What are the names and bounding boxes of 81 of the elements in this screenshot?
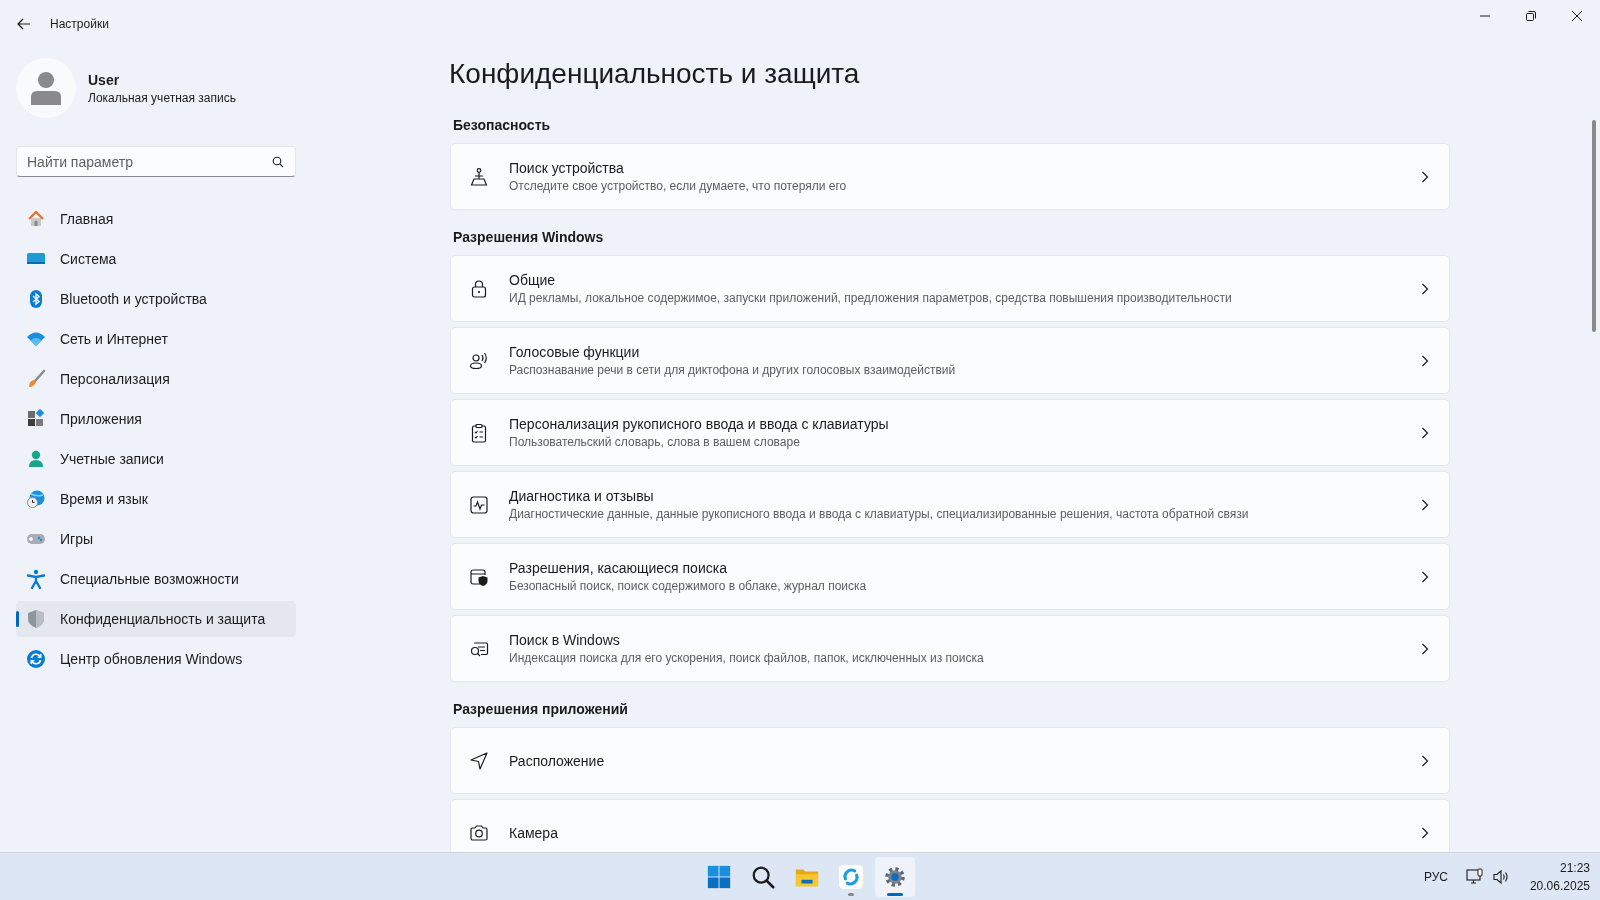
card-description: Отследите свое устройство, если думаете, что потеряли его: [509, 179, 848, 193]
back-arrow-icon: [16, 16, 32, 32]
card-title: Разрешения, касающиеся поиска: [509, 560, 728, 576]
brush-icon: [26, 369, 46, 389]
card-title: Диагностика и отзывы: [509, 488, 655, 504]
language-indicator[interactable]: РУС: [1423, 869, 1448, 884]
globe-clock-icon: [26, 489, 46, 509]
settings-card[interactable]: Камера: [450, 799, 1450, 852]
page-title: Конфиденциальность и защита: [449, 57, 861, 91]
sidebar-item[interactable]: Специальные возможности: [16, 561, 296, 597]
network-icon[interactable]: [1465, 867, 1484, 886]
chevron-icon: [1421, 642, 1429, 655]
clock-date[interactable]: 20.06.2025: [1529, 878, 1590, 893]
card-title: Поиск устройства: [509, 160, 625, 176]
sidebar-item[interactable]: Сеть и Интернет: [16, 321, 296, 357]
card-title: Общие: [509, 272, 557, 288]
card-description: ИД рекламы, локальное содержимое, запуски приложений, предложения параметров, средства повышения производительности: [509, 291, 1233, 305]
settings-card[interactable]: Диагностика и отзывы Диагностические данные, данные рукописного ввода и ввода с клавиатуры, специализированные решения, частота обратной связи: [450, 471, 1450, 538]
window-title: Настройки: [50, 17, 110, 31]
pulse-icon: [469, 494, 489, 515]
section-heading: Разрешения Windows: [453, 228, 605, 247]
close-icon: [1572, 11, 1582, 21]
settings-card[interactable]: Поиск в Windows Индексация поиска для его ускорения, поиск файлов, папок, исключенных из поиска: [450, 615, 1450, 682]
card-description: Пользовательский словарь, слова в вашем словаре: [509, 435, 801, 449]
card-title: Поиск в Windows: [509, 632, 621, 648]
sidebar-item[interactable]: Игры: [16, 521, 296, 557]
sidebar-item[interactable]: Система: [16, 241, 296, 277]
card-description: Диагностические данные, данные рукописного ввода и ввода с клавиатуры, специализированные решения, частота обратной связи: [509, 507, 1250, 521]
chevron-icon: [1421, 570, 1429, 583]
sync-icon: [26, 649, 46, 669]
accessibility-icon: [26, 569, 46, 589]
sidebar-item[interactable]: Bluetooth и устройства: [16, 281, 296, 317]
chevron-icon: [1421, 170, 1429, 183]
settings-card[interactable]: Поиск устройства Отследите свое устройство, если думаете, что потеряли его: [450, 143, 1450, 210]
section-heading: Разрешения приложений: [453, 700, 629, 719]
speech-icon: [469, 350, 489, 371]
sidebar-item[interactable]: Конфиденциальность и защита: [16, 601, 296, 637]
chevron-icon: [1421, 826, 1429, 839]
sidebar-item[interactable]: Приложения: [16, 401, 296, 437]
chevron-icon: [1421, 354, 1429, 367]
window-shield-icon: [469, 566, 489, 587]
user-name: User: [88, 71, 121, 88]
sidebar-item[interactable]: Время и язык: [16, 481, 296, 517]
person-icon: [26, 449, 46, 469]
search-field[interactable]: Найти параметр: [16, 146, 296, 177]
sidebar-item[interactable]: Персонализация: [16, 361, 296, 397]
volume-icon[interactable]: [1491, 867, 1510, 886]
card-title: Камера: [509, 824, 559, 841]
settings-card[interactable]: Расположение: [450, 727, 1450, 794]
camera-icon: [469, 822, 489, 843]
card-title: Расположение: [509, 752, 606, 769]
chevron-icon: [1421, 754, 1429, 767]
sidebar-item[interactable]: Учетные записи: [16, 441, 296, 477]
chevron-icon: [1421, 282, 1429, 295]
ring-icon: [837, 863, 864, 890]
settings-card[interactable]: Персонализация рукописного ввода и ввода с клавиатуры Пользовательский словарь, слова в вашем словаре: [450, 399, 1450, 466]
sidebar-item[interactable]: Главная: [16, 201, 296, 237]
card-description: Безопасный поиск, поиск содержимого в облаке, журнал поиска: [509, 579, 868, 593]
home-icon: [26, 209, 46, 229]
chevron-icon: [1421, 498, 1429, 511]
sidebar-item[interactable]: Центр обновления Windows: [16, 641, 296, 677]
section-heading: Безопасность: [453, 116, 552, 135]
card-title: Персонализация рукописного ввода и ввода с клавиатуры: [509, 416, 890, 432]
start-icon: [705, 863, 732, 890]
card-title: Голосовые функции: [509, 344, 641, 360]
lock-icon: [469, 278, 489, 299]
device-locator-icon: [469, 166, 489, 187]
settings-card[interactable]: Разрешения, касающиеся поиска Безопасный поиск, поиск содержимого в облаке, журнал поиска: [450, 543, 1450, 610]
search-icon: [272, 156, 284, 168]
clipboard-list-icon: [469, 422, 489, 443]
card-description: Распознавание речи в сети для диктофона и других голосовых взаимодействий: [509, 363, 957, 377]
account-type: Локальная учетная запись: [88, 90, 236, 105]
navigation-arrow-icon: [469, 750, 489, 771]
card-description: Индексация поиска для его ускорения, поиск файлов, папок, исключенных из поиска: [509, 651, 985, 665]
clock-time[interactable]: 21:23: [1559, 860, 1590, 875]
apps-icon: [26, 409, 46, 429]
shield-icon: [26, 609, 46, 629]
restore-icon: [1526, 11, 1536, 21]
chevron-icon: [1421, 426, 1429, 439]
settings-card[interactable]: Общие ИД рекламы, локальное содержимое, запуски приложений, предложения параметров, средства повышения производительности: [450, 255, 1450, 322]
settings-card[interactable]: Голосовые функции Распознавание речи в сети для диктофона и других голосовых взаимодействий: [450, 327, 1450, 394]
